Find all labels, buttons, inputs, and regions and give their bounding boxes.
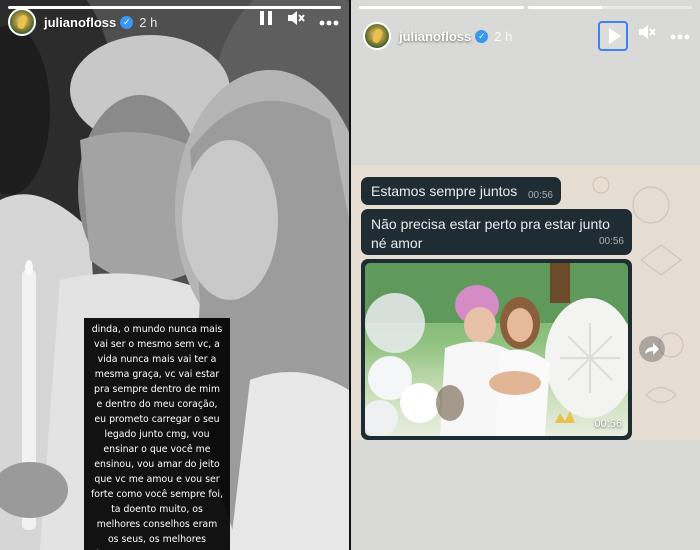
- message-time: 00:56: [527, 190, 553, 201]
- chat-message: Estamos sempre juntos 00:56: [361, 177, 561, 205]
- avatar[interactable]: [363, 22, 391, 50]
- username[interactable]: julianofloss: [399, 29, 471, 44]
- progress-fill: [359, 6, 524, 9]
- story-right[interactable]: julianofloss ✓ 2 h Estamos sempre juntos…: [351, 0, 700, 550]
- more-icon[interactable]: [670, 22, 690, 50]
- pause-icon[interactable]: [259, 8, 273, 36]
- verified-icon: ✓: [475, 29, 489, 43]
- story-progress: [359, 6, 692, 9]
- forward-icon[interactable]: [639, 336, 665, 362]
- progress-segment: [359, 6, 524, 9]
- message-time: 00:56: [598, 236, 624, 247]
- chat-message: Não precisa estar perto pra estar junto …: [361, 209, 632, 255]
- message-text: Não precisa estar perto pra estar junto …: [371, 216, 610, 251]
- story-header: julianofloss ✓ 2 h: [8, 8, 339, 36]
- progress-segment: [527, 6, 692, 9]
- play-icon[interactable]: [598, 21, 628, 51]
- story-header: julianofloss ✓ 2 h: [363, 21, 690, 51]
- avatar[interactable]: [8, 8, 36, 36]
- story-left[interactable]: julianofloss ✓ 2 h dinda, o mundo nunca …: [0, 0, 349, 550]
- story-caption: dinda, o mundo nunca mais vai ser o mesm…: [84, 318, 230, 550]
- post-time: 2 h: [494, 28, 513, 44]
- mute-icon[interactable]: [287, 8, 305, 36]
- chat-photo[interactable]: 00:56: [365, 263, 628, 436]
- mute-icon[interactable]: [638, 22, 656, 50]
- play-triangle: [608, 28, 621, 44]
- progress-fill: [527, 6, 602, 9]
- username[interactable]: julianofloss: [44, 15, 116, 30]
- photo-scene: [365, 263, 628, 436]
- verified-icon: ✓: [120, 15, 134, 29]
- message-text: Estamos sempre juntos: [371, 183, 518, 199]
- post-time: 2 h: [139, 14, 158, 30]
- chat-photo-message[interactable]: 00:56: [361, 259, 632, 440]
- more-icon[interactable]: [319, 8, 339, 36]
- message-time: 00:56: [594, 418, 622, 430]
